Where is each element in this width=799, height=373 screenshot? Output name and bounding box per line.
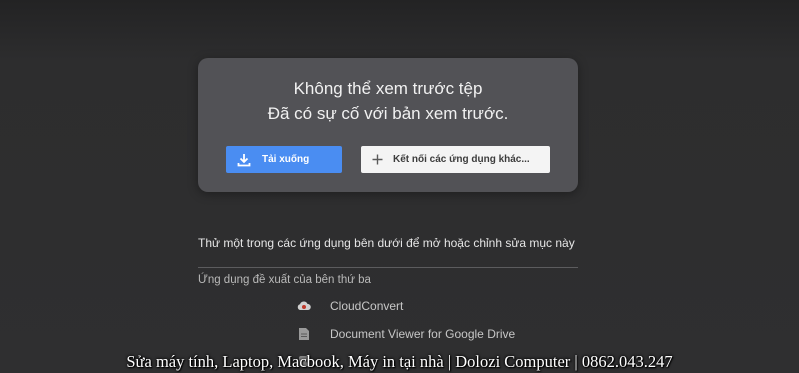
cloud-convert-icon	[296, 298, 312, 314]
download-button[interactable]: Tải xuống	[226, 146, 342, 173]
download-icon	[226, 153, 262, 167]
error-message: Đã có sự cố với bản xem trước.	[267, 104, 509, 123]
app-item-document-viewer[interactable]: Document Viewer for Google Drive	[296, 326, 515, 342]
connect-apps-label: Kết nối các ứng dụng khác...	[393, 154, 530, 165]
connect-apps-button[interactable]: Kết nối các ứng dụng khác...	[361, 146, 550, 173]
document-icon	[296, 326, 312, 342]
suggested-apps-subheading: Ứng dụng đề xuất của bên thứ ba	[198, 274, 371, 286]
download-label: Tải xuống	[262, 154, 310, 165]
open-with-heading: Thử một trong các ứng dụng bên dưới để m…	[198, 236, 575, 250]
error-title: Không thể xem trước tệp	[293, 79, 483, 98]
app-label: CloudConvert	[330, 299, 404, 313]
preview-error-dialog: Không thể xem trước tệp Đã có sự cố với …	[198, 58, 578, 192]
plus-icon	[361, 154, 393, 165]
app-item-cloudconvert[interactable]: CloudConvert	[296, 298, 403, 314]
divider	[198, 267, 578, 268]
watermark-text: Sửa máy tính, Laptop, Macbook, Máy in tạ…	[126, 352, 673, 371]
app-label: Document Viewer for Google Drive	[330, 327, 516, 341]
